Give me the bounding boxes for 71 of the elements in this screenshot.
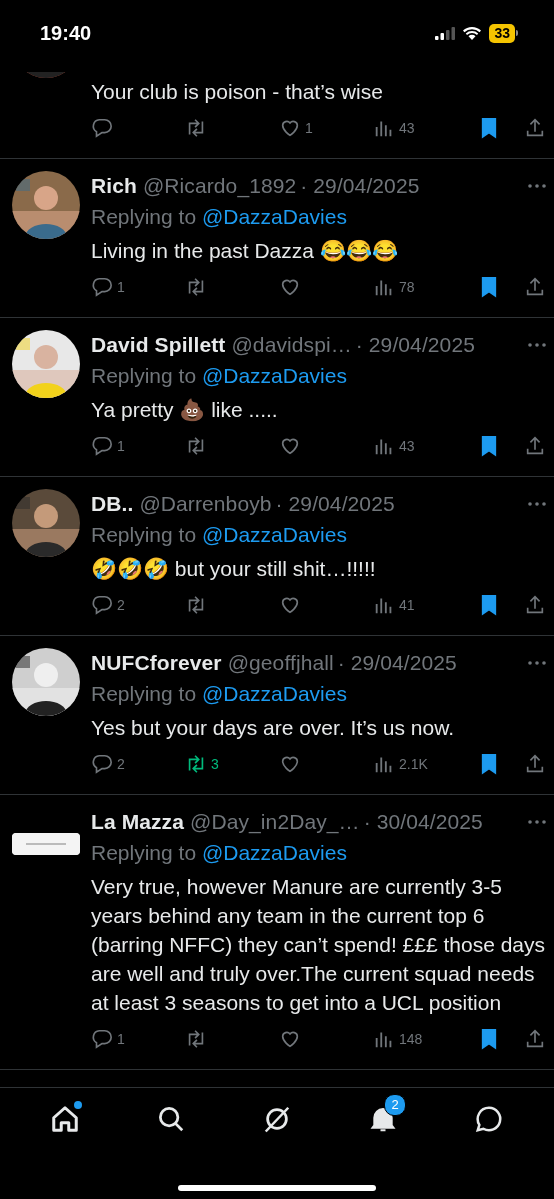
home-icon (50, 1104, 80, 1134)
share-icon (524, 753, 546, 775)
author-handle: @davidspi… (231, 333, 352, 357)
count-badge: 2 (384, 1094, 406, 1116)
post-date: · 29/04/2025 (355, 333, 475, 357)
author-handle: @Day_in2Day_… (190, 810, 360, 834)
post-text: Ya pretty 💩 like ..... (91, 397, 279, 423)
replying-to-text: Replying to @DazzaDavies (91, 522, 348, 548)
reply-icon (91, 117, 113, 139)
mention-link[interactable]: @DazzaDavies (201, 364, 347, 387)
reply-icon (91, 1028, 113, 1050)
mention-link[interactable]: @DazzaDavies (201, 205, 347, 228)
post-text: Your club is poison - that’s wise (91, 79, 384, 105)
more-icon[interactable] (528, 502, 546, 506)
author-name[interactable]: David Spillett (91, 333, 226, 357)
mention-link[interactable]: @DazzaDavies (201, 523, 347, 546)
replying-to-text: Replying to @DazzaDavies (91, 840, 348, 866)
share-icon (524, 117, 546, 139)
views-button[interactable]: 148 (373, 1024, 467, 1054)
share-icon (524, 276, 546, 298)
post-date: · 29/04/2025 (337, 651, 457, 675)
views-button[interactable]: 78 (373, 272, 467, 302)
slashed-circle-icon (262, 1104, 292, 1134)
share-icon (524, 594, 546, 616)
reply-icon (91, 276, 113, 298)
reply-icon (91, 435, 113, 457)
author-handle: @Darrenboyb (139, 492, 272, 516)
share-icon (524, 1028, 546, 1050)
mention-link[interactable]: @DazzaDavies (201, 841, 347, 864)
author-name[interactable]: NUFCforever (91, 651, 222, 675)
more-icon[interactable] (528, 661, 546, 665)
signal-icon (435, 26, 456, 40)
views-button[interactable]: 41 (373, 590, 467, 620)
more-icon[interactable] (528, 184, 546, 188)
more-icon[interactable] (528, 820, 546, 824)
author-name[interactable]: DB.. (91, 492, 134, 516)
replying-to-text: Replying to @DazzaDavies (91, 204, 348, 230)
reply-button[interactable]: 1 (91, 431, 185, 461)
like-button[interactable]: 1 (279, 113, 373, 143)
notifications-tab[interactable]: 2 (358, 1094, 408, 1144)
replying-to-text: Replying to @DazzaDavies (91, 681, 348, 707)
post-date: · 30/04/2025 (363, 810, 483, 834)
reply-button[interactable]: 1 (91, 1024, 185, 1054)
author-handle: @geoffjhall (227, 651, 334, 675)
views-button[interactable]: 43 (373, 431, 467, 461)
wifi-icon (462, 26, 483, 40)
post-text: Very true, however Manure are currently 3-5 years behind any team in the current top 6 (barring NFFC) they can’t spend! £££ those days are well and truly over.The current squad needs at least 3 seasons to get into a UCL position (91, 874, 546, 1016)
author-handle: @Ricardo_1892 (142, 174, 297, 198)
post-text: Living in the past Dazza 😂😂😂 (91, 238, 399, 264)
more-icon[interactable] (528, 343, 546, 347)
post-text: Yes but your days are over. It’s us now. (91, 715, 456, 741)
reply-button[interactable]: 1 (91, 272, 185, 302)
reply-button[interactable]: 2 (91, 590, 185, 620)
post-date: · 29/04/2025 (275, 492, 395, 516)
post-date: · 29/04/2025 (300, 174, 420, 198)
reply-icon (91, 753, 113, 775)
replying-to-text: Replying to @DazzaDavies (91, 363, 348, 389)
retweet-button[interactable]: 3 (185, 749, 279, 779)
share-icon (524, 435, 546, 457)
views-button[interactable]: 43 (373, 113, 467, 143)
post-text: 🤣🤣🤣 but your still shit…!!!!! (91, 556, 377, 582)
author-name[interactable]: La Mazza (91, 810, 184, 834)
reply-button[interactable]: 2 (91, 749, 185, 779)
views-button[interactable]: 2.1K (373, 749, 467, 779)
author-name[interactable]: Rich (91, 174, 137, 198)
search-icon (156, 1104, 186, 1134)
battery-indicator: 33 (489, 23, 518, 43)
reply-icon (91, 594, 113, 616)
clock-time: 19:40 (40, 20, 93, 45)
chat-bubble-icon (474, 1104, 504, 1134)
mention-link[interactable]: @DazzaDavies (201, 682, 347, 705)
